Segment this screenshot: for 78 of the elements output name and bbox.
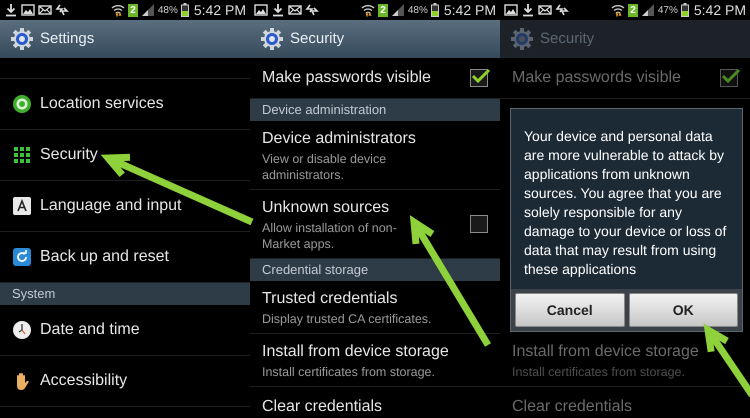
refresh-icon — [12, 247, 32, 267]
screen-title: Settings — [40, 28, 94, 49]
sync-icon — [555, 3, 569, 17]
battery-icon — [430, 3, 439, 17]
gear-icon — [10, 27, 34, 51]
section-header: Credential storage — [250, 259, 500, 281]
battery-percent: 48% — [408, 4, 428, 18]
gear-icon — [510, 27, 534, 51]
wifi-icon — [361, 3, 376, 17]
mail-icon — [538, 3, 552, 17]
signal-icon — [390, 3, 405, 17]
settings-item[interactable]: Make passwords visible — [500, 58, 750, 99]
sim-badge: 2 — [378, 4, 388, 16]
clock-icon — [12, 320, 32, 340]
settings-item[interactable]: Date and time — [0, 305, 250, 356]
location-icon — [12, 94, 32, 114]
section-header: Device administration — [250, 99, 500, 121]
image-icon — [254, 3, 268, 17]
wifi-icon — [611, 3, 626, 17]
dialog-message: Your device and personal data are more vulnerable to attack by applications from unknown sources. You agree that you are solely responsible for any damage to your device or loss of data that may result from using these applications — [523, 127, 728, 279]
item-label: Trusted credentials — [262, 289, 398, 309]
clock-time: 5:42 PM — [194, 0, 246, 20]
item-label: Back up and reset — [40, 247, 170, 267]
checkbox[interactable] — [470, 215, 488, 233]
dialog-button[interactable]: OK — [628, 293, 738, 327]
checkmark-icon — [721, 68, 741, 84]
mail-icon — [288, 3, 302, 17]
item-label: Make passwords visible — [262, 68, 432, 88]
image-icon — [504, 3, 518, 17]
settings-item[interactable]: Clear credentials — [500, 387, 750, 418]
battery-percent: 48% — [158, 4, 178, 18]
item-label: Location services — [40, 94, 165, 114]
clock-time: 5:42 PM — [694, 0, 746, 20]
mail-icon — [38, 3, 52, 17]
item-label: Unknown sources — [262, 198, 390, 218]
sim-badge: 2 — [628, 4, 638, 16]
image-icon — [21, 3, 35, 17]
item-label: Make passwords visible — [512, 68, 682, 88]
item-label: Device administrators — [262, 129, 417, 149]
settings-item[interactable]: Install from device storage Install certificates from storage. — [500, 334, 750, 387]
download-icon — [271, 3, 285, 17]
checkmark-icon — [471, 68, 491, 84]
sync-icon — [55, 3, 69, 17]
gear-icon — [260, 27, 284, 51]
item-label: Clear credentials — [262, 397, 384, 417]
item-subtitle: Display trusted CA certificates. — [262, 311, 433, 327]
signal-icon — [140, 3, 155, 17]
section-header: System — [0, 283, 250, 305]
item-label: Install from device storage — [512, 342, 700, 362]
sim-badge: 2 — [128, 4, 138, 16]
item-subtitle: Install certificates from storage. — [262, 364, 436, 380]
item-label: Security — [40, 145, 99, 165]
sync-icon — [305, 3, 319, 17]
grid-icon — [12, 145, 32, 165]
battery-percent: 47% — [658, 4, 678, 18]
item-subtitle: Install certificates from storage. — [512, 364, 686, 380]
battery-icon — [180, 3, 189, 17]
clock-time: 5:42 PM — [444, 0, 496, 20]
download-icon — [4, 3, 18, 17]
signal-icon — [640, 3, 655, 17]
download-icon — [521, 3, 535, 17]
screen-title: Security — [290, 28, 344, 49]
checkbox[interactable] — [470, 69, 488, 87]
item-subtitle: Allow installation of non-Market apps. — [262, 220, 398, 252]
item-label: Language and input — [40, 196, 182, 216]
settings-item[interactable]: Language and input — [0, 181, 250, 232]
screen-title: Security — [540, 28, 594, 49]
wifi-icon — [111, 3, 126, 17]
battery-icon — [680, 3, 689, 17]
item-label: Accessibility — [40, 371, 128, 391]
dialog-button[interactable]: Cancel — [515, 293, 624, 327]
checkbox[interactable] — [720, 69, 738, 87]
settings-item[interactable]: Location services — [0, 79, 250, 130]
item-label: Clear credentials — [512, 397, 634, 417]
keyboard-key-icon — [12, 196, 32, 216]
item-subtitle: View or disable device administrators. — [262, 151, 388, 183]
item-label: Install from device storage — [262, 342, 450, 362]
item-label: Date and time — [40, 320, 141, 340]
